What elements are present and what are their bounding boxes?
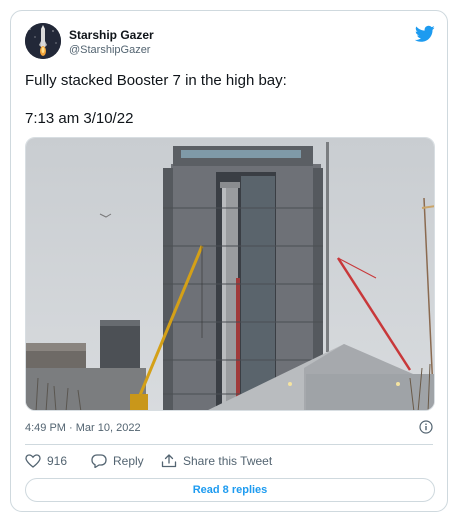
read-replies-button[interactable]: Read 8 replies: [25, 478, 435, 502]
share-label: Share this Tweet: [183, 454, 273, 468]
share-icon: [161, 454, 177, 468]
tweet-text-line-1: Fully stacked Booster 7 in the high bay:: [25, 72, 287, 89]
twitter-bird-icon[interactable]: [415, 25, 435, 43]
reply-bubble-icon: [91, 454, 107, 468]
like-button[interactable]: 916: [25, 454, 67, 468]
author-name[interactable]: Starship Gazer: [69, 28, 154, 42]
heart-icon: [25, 454, 41, 468]
share-button[interactable]: Share this Tweet: [161, 454, 272, 468]
info-icon[interactable]: [419, 420, 433, 434]
tweet-timestamp[interactable]: 4:49 PM · Mar 10, 2022: [25, 422, 141, 434]
reply-label: Reply: [113, 454, 144, 468]
like-count: 916: [47, 454, 68, 468]
tweet-card: Starship Gazer @StarshipGazer Fully stac…: [10, 10, 448, 512]
avatar[interactable]: [25, 23, 61, 59]
reply-button[interactable]: Reply: [91, 454, 144, 468]
divider: [25, 444, 433, 445]
tweet-photo[interactable]: [25, 137, 435, 411]
tweet-text-line-2: 7:13 am 3/10/22: [25, 110, 134, 127]
author-handle[interactable]: @StarshipGazer: [69, 44, 150, 56]
